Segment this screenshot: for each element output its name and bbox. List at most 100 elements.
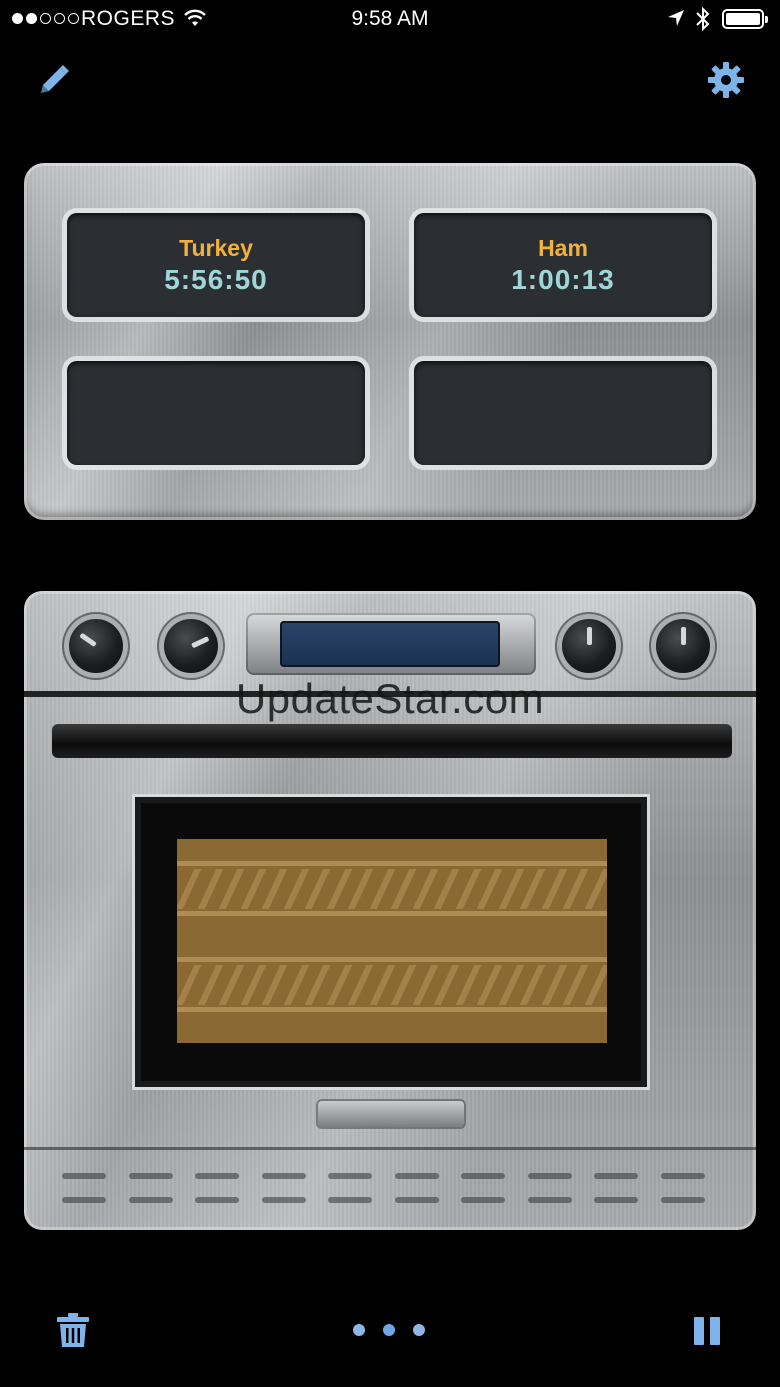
rack-bar [584,965,607,1005]
vent-slot [62,1197,106,1203]
vent-slot [394,1173,439,1179]
status-bar: ROGERS 9:58 AM [0,0,780,40]
rack-bar [519,965,546,1005]
clock: 9:58 AM [351,7,429,30]
rack-bar [390,869,417,909]
vent-slot [328,1197,372,1203]
rack-bar [412,965,438,1005]
vent-slot [461,1173,505,1179]
oven-display-frame [246,613,536,675]
vent-slot [394,1197,439,1203]
rack-bar [177,869,202,909]
rack-bar [218,965,245,1005]
rack-bar [412,869,438,909]
rack-bar [240,965,266,1005]
rack-bar [433,869,460,909]
oven-door-handle[interactable] [52,724,732,758]
pause-button[interactable] [692,1316,722,1351]
vent-slot [261,1197,306,1203]
timer-panel: Turkey 5:56:50 Ham 1:00:13 [24,163,756,520]
rack-bar [283,869,309,909]
vent-slot [128,1173,173,1179]
rack-bar [347,869,374,909]
vent-slot [660,1173,705,1179]
oven-rack-bottom [177,965,607,1005]
timer-countdown: 5:56:50 [164,264,268,295]
vent-slot [660,1197,705,1203]
rack-bar [541,869,567,909]
timer-slot-2[interactable]: Ham 1:00:13 [414,213,712,317]
bluetooth-icon [696,6,710,32]
vent-slot [527,1173,572,1179]
oven-rack-top [177,869,607,909]
timer-slot-1[interactable]: Turkey 5:56:50 [67,213,365,317]
delete-button[interactable] [56,1312,90,1353]
timer-name: Ham [538,235,588,261]
oven-base-divider [24,1147,756,1150]
rack-bar [455,869,481,909]
gear-icon [708,62,744,98]
vent-slot [594,1197,638,1203]
rack-bar [541,965,567,1005]
page-indicator [353,1324,425,1336]
oven-knob-3[interactable] [562,619,616,673]
timer-slot-3[interactable] [67,361,365,465]
vent-slot [62,1173,106,1179]
oven-knob-2[interactable] [164,619,218,673]
rack-bar [476,965,503,1005]
vent-slot [195,1197,239,1203]
rack-bar [347,965,374,1005]
page-dot-2[interactable] [383,1324,395,1336]
vent-slot [328,1173,372,1179]
vent-slot [261,1173,306,1179]
oven-knob-1[interactable] [69,619,123,673]
battery-icon [722,9,768,29]
rack-bar [584,869,607,909]
oven-window [177,839,607,1043]
vent-slot [195,1173,239,1179]
rack-bar [326,965,352,1005]
rack-bar [261,869,288,909]
rack-bar [498,869,524,909]
drawer-handle[interactable] [318,1101,464,1127]
rack-bar [476,869,503,909]
vent-slot [128,1197,173,1203]
vent-slot [461,1197,505,1203]
oven-window-frame [135,797,647,1087]
rack-bar [197,965,223,1005]
timer-countdown: 1:00:13 [511,264,615,295]
oven-illustration: UpdateStar.com [24,591,756,1230]
timer-slot-4[interactable] [414,361,712,465]
trash-icon [57,1313,89,1347]
settings-button[interactable] [706,60,746,105]
rack-bar [197,869,223,909]
rack-bar [390,965,417,1005]
vent-slot [527,1197,572,1203]
timer-name: Turkey [179,235,253,261]
edit-button[interactable] [36,62,72,103]
rack-bar [326,869,352,909]
rack-bar [562,869,589,909]
page-dot-1[interactable] [353,1324,365,1336]
pause-icon [694,1317,720,1345]
vent-slot [594,1173,638,1179]
rack-bar [177,965,202,1005]
rack-bar [304,965,331,1005]
oven-knob-4[interactable] [656,619,710,673]
rack-bar [562,965,589,1005]
page-dot-3[interactable] [413,1324,425,1336]
watermark: UpdateStar.com [235,675,545,722]
rack-bar [519,869,546,909]
location-arrow-icon [668,10,684,26]
rack-bar [433,965,460,1005]
rack-bar [369,965,395,1005]
rack-bar [261,965,288,1005]
pencil-icon [41,65,69,93]
rack-bar [498,965,524,1005]
rack-bar [369,869,395,909]
rack-bar [455,965,481,1005]
rack-bar [304,869,331,909]
rack-bar [283,965,309,1005]
oven-display [280,621,500,667]
rack-bar [218,869,245,909]
